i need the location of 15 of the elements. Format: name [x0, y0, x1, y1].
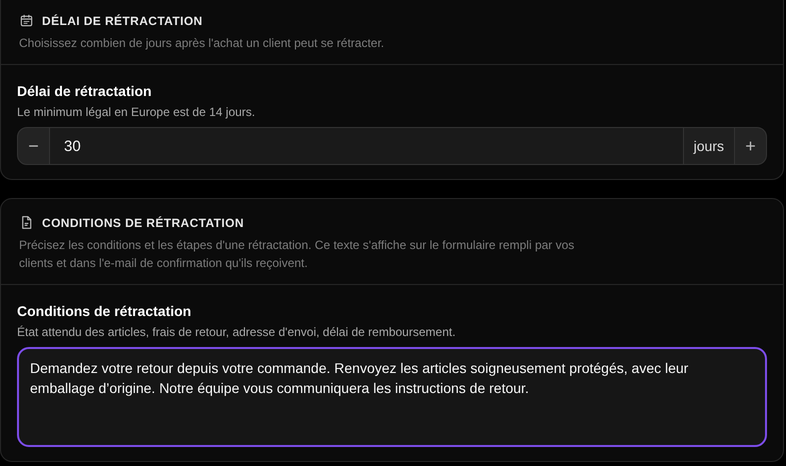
section-title: CONDITIONS DE RÉTRACTATION	[42, 216, 244, 230]
section-description: Choisissez combien de jours après l'achat un client peut se rétracter.	[19, 35, 386, 52]
section-description: Précisez les conditions et les étapes d'une rétractation. Ce texte s'affiche sur le formulaire rempli par vos clients et dans l'e-mail de confirmation qu'ils reçoivent.	[19, 237, 576, 272]
field-label: Délai de rétractation	[17, 83, 153, 99]
increment-button[interactable]: +	[734, 127, 767, 165]
calendar-icon	[19, 13, 34, 28]
field-hint: État attendu des articles, frais de retour, adresse d'envoi, délai de remboursement.	[17, 325, 457, 339]
number-field[interactable]: 30	[50, 127, 683, 165]
unit-label: jours	[682, 127, 734, 165]
field-hint: Le minimum légal en Europe est de 14 jours.	[17, 105, 256, 119]
decrement-button[interactable]: −	[17, 127, 50, 165]
document-icon	[19, 215, 34, 230]
field-label: Conditions de rétractation	[17, 303, 192, 319]
text-area[interactable]: Demandez votre retour depuis votre commande. Renvoyez les articles soigneusement protégés, avec leur emballage d’origine. Notre équipe vous communiquera les instructions de retour.	[17, 347, 767, 447]
section-title: DÉLAI DE RÉTRACTATION	[42, 14, 203, 28]
